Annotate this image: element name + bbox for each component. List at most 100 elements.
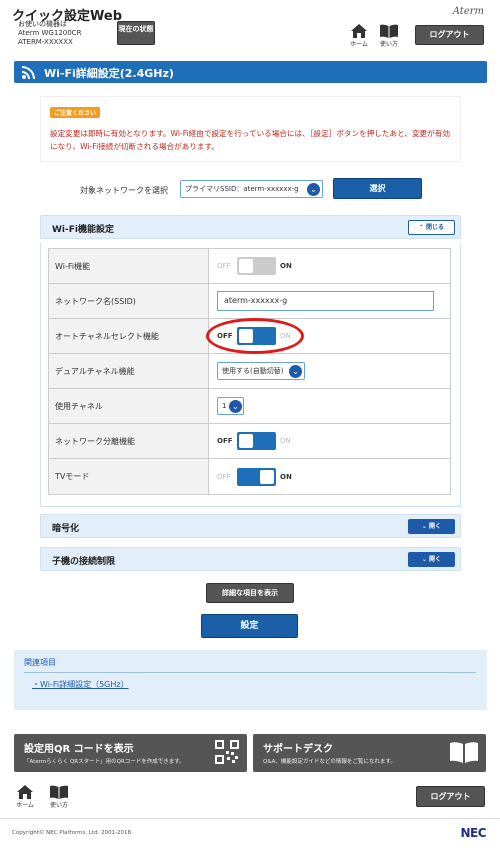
- table-row: デュアルチャネル機能 使用する(自動切替) ⌄: [49, 354, 450, 389]
- dual-channel-value: 使用する(自動切替): [222, 367, 284, 375]
- copyright: Copyright© NEC Platforms, Ltd. 2001-2018: [12, 830, 132, 836]
- help-label: 使い方: [379, 41, 398, 48]
- toggle-off-label: OFF: [217, 262, 231, 270]
- collapse-button[interactable]: ⌃ 閉じる: [408, 220, 455, 235]
- page-title: Wi-Fi詳細設定(2.4GHz): [44, 67, 174, 80]
- chevron-up-icon: ⌃: [418, 224, 424, 231]
- channel-value: 1: [222, 402, 227, 410]
- related-link-text: Wi-Fi詳細設定（5GHz）: [40, 680, 129, 689]
- footer-help-label: 使い方: [49, 802, 68, 809]
- footer-home-label: ホーム: [16, 802, 34, 809]
- footer-home-button[interactable]: ホーム: [12, 785, 38, 809]
- footer-help-button[interactable]: 使い方: [46, 785, 72, 809]
- network-select-label: 対象ネットワークを選択: [80, 186, 168, 195]
- related-section: 関連項目 ・Wi-Fi詳細設定（5GHz）: [14, 650, 487, 710]
- status-button[interactable]: 現在の状態: [117, 21, 155, 45]
- logout-button[interactable]: ログアウト: [415, 25, 484, 45]
- wifi-settings-table: Wi-Fi機能 OFF ON ネットワーク名(SSID) aterm-xxxxx…: [48, 248, 451, 495]
- support-card-title: サポートデスク: [263, 744, 333, 755]
- related-link-5ghz[interactable]: ・Wi-Fi詳細設定（5GHz）: [32, 679, 129, 690]
- chevron-down-icon: ⌄: [421, 556, 427, 563]
- network-select[interactable]: プライマリSSID：aterm-xxxxxx-g ⌄: [180, 180, 323, 198]
- wifi-icon: [22, 66, 35, 79]
- wifi-toggle[interactable]: OFF ON: [217, 257, 300, 275]
- home-icon: [17, 785, 33, 799]
- row-label: オートチャネルセレクト機能: [49, 319, 209, 353]
- toggle-track: [237, 467, 276, 486]
- table-row: TVモード OFF ON: [49, 459, 450, 494]
- highlight-ring: [206, 318, 304, 354]
- book-icon: [450, 742, 478, 763]
- toggle-knob: [239, 434, 253, 448]
- book-icon: [50, 785, 68, 799]
- book-icon: [380, 24, 398, 38]
- client-limit-panel[interactable]: 子機の接続制限 ⌄ 開く: [40, 547, 461, 571]
- select-button[interactable]: 選択: [333, 178, 422, 199]
- toggle-knob: [239, 259, 253, 273]
- footer-logout-button[interactable]: ログアウト: [416, 786, 485, 807]
- client-limit-title: 子機の接続制限: [52, 557, 116, 567]
- network-separation-toggle[interactable]: OFF ON: [217, 432, 300, 450]
- toggle-off-label: OFF: [217, 437, 233, 445]
- expand-button[interactable]: ⌄ 開く: [408, 552, 455, 567]
- chevron-down-icon: ⌄: [229, 400, 242, 413]
- encryption-panel[interactable]: 暗号化 ⌄ 開く: [40, 514, 461, 538]
- qr-card-subtitle: 「Atermらくらく QRスタート」用のQRコードを作成できます。: [24, 759, 185, 765]
- row-label: ネットワーク分離機能: [49, 424, 209, 458]
- row-label: ネットワーク名(SSID): [49, 284, 209, 318]
- expand-button[interactable]: ⌄ 開く: [408, 519, 455, 534]
- home-label: ホーム: [350, 41, 368, 48]
- chevron-down-icon: ⌄: [421, 523, 427, 530]
- encryption-title: 暗号化: [52, 524, 80, 534]
- row-label: 使用チャネル: [49, 389, 209, 423]
- aterm-logo: Aterm: [452, 6, 484, 17]
- help-button[interactable]: 使い方: [376, 24, 402, 48]
- device-ssid: ATERM-XXXXXX: [18, 38, 73, 46]
- qr-code-card[interactable]: 設定用QR コードを表示 「Atermらくらく QRスタート」用のQRコードを作…: [14, 734, 247, 772]
- row-label: TVモード: [49, 459, 209, 494]
- notice-box: ご注意ください 設定変更は即時に有効となります。Wi-Fi経由で設定を行っている…: [40, 96, 461, 162]
- toggle-track: [237, 432, 276, 450]
- expand-label: 開く: [429, 556, 442, 563]
- channel-select[interactable]: 1 ⌄: [217, 397, 244, 415]
- table-row: ネットワーク名(SSID) aterm-xxxxxx-g: [49, 284, 450, 319]
- network-select-value: プライマリSSID：aterm-xxxxxx-g: [185, 185, 299, 193]
- home-button[interactable]: ホーム: [346, 24, 372, 48]
- toggle-off-label: OFF: [217, 472, 231, 481]
- toggle-knob: [260, 469, 274, 484]
- nec-logo: NEC: [460, 826, 486, 840]
- toggle-on-label: ON: [280, 437, 291, 445]
- expand-label: 開く: [429, 523, 442, 530]
- dual-channel-select[interactable]: 使用する(自動切替) ⌄: [217, 362, 305, 380]
- row-label: デュアルチャネル機能: [49, 354, 209, 388]
- device-model: Aterm WG1200CR: [18, 29, 82, 37]
- toggle-on-label: ON: [280, 262, 292, 270]
- support-card-subtitle: Q&A、機能設定ガイドなどの情報をご覧になれます。: [263, 759, 396, 765]
- related-title: 関連項目: [24, 658, 56, 667]
- notice-badge-text: ご注意ください: [54, 110, 97, 117]
- row-label: Wi-Fi機能: [49, 249, 209, 283]
- bullet: ・: [32, 680, 40, 689]
- toggle-on-label: ON: [280, 472, 292, 481]
- table-row: 使用チャネル 1 ⌄: [49, 389, 450, 424]
- save-button[interactable]: 設定: [201, 614, 298, 638]
- header: クイック設定Web お使いの機器は Aterm WG1200CR ATERM-X…: [0, 0, 500, 52]
- notice-badge: ご注意ください: [50, 107, 101, 118]
- device-label: お使いの機器は: [18, 20, 67, 28]
- divider: [24, 672, 476, 673]
- wifi-settings-panel-header: Wi-Fi機能設定 ⌃ 閉じる: [40, 215, 461, 239]
- qr-code-icon: [215, 740, 239, 764]
- toggle-track: [237, 257, 276, 275]
- table-row: Wi-Fi機能 OFF ON: [49, 249, 450, 284]
- chevron-down-icon: ⌄: [307, 183, 320, 196]
- table-row: ネットワーク分離機能 OFF ON: [49, 424, 450, 459]
- show-details-button[interactable]: 詳細な項目を表示: [206, 583, 294, 603]
- tv-mode-toggle[interactable]: OFF ON: [217, 467, 300, 486]
- chevron-down-icon: ⌄: [289, 365, 302, 378]
- ssid-input[interactable]: aterm-xxxxxx-g: [217, 291, 434, 311]
- notice-text: 設定変更は即時に有効となります。Wi-Fi経由で設定を行っている場合には、［設定…: [50, 129, 450, 151]
- wifi-settings-title: Wi-Fi機能設定: [52, 225, 114, 235]
- support-desk-card[interactable]: サポートデスク Q&A、機能設定ガイドなどの情報をご覧になれます。: [253, 734, 486, 772]
- home-icon: [351, 24, 367, 38]
- divider: [0, 818, 500, 819]
